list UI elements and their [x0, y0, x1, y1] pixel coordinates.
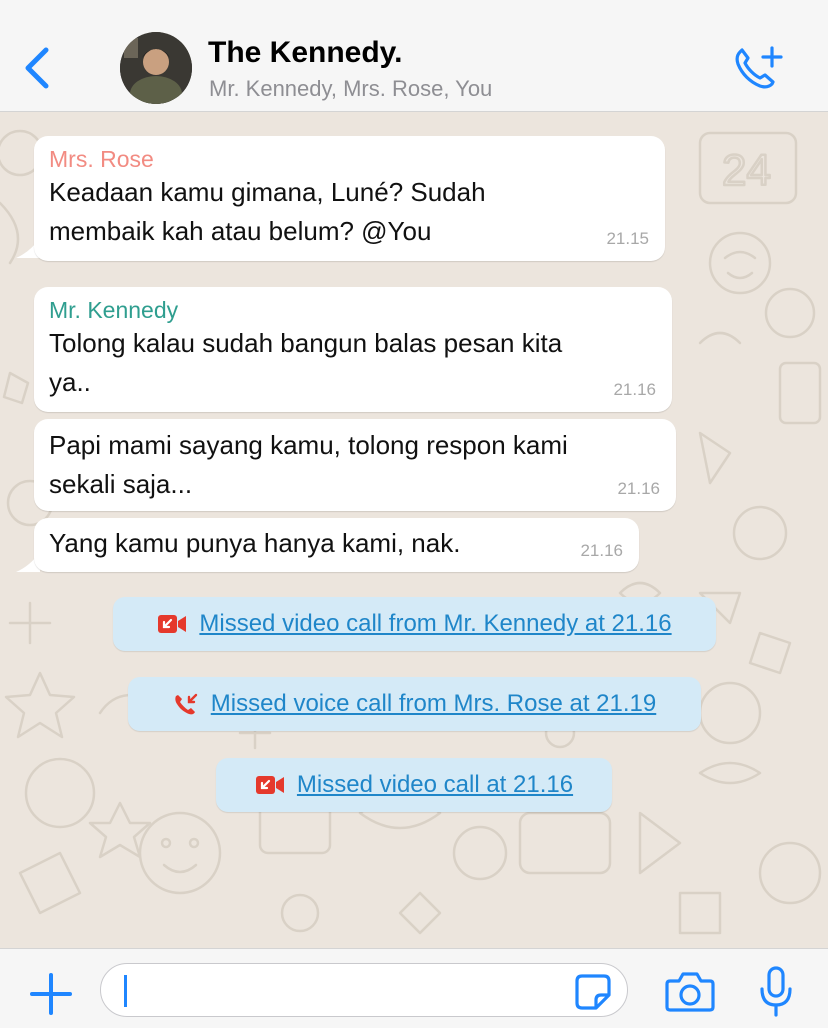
microphone-button[interactable]	[758, 965, 794, 1019]
missed-call-notice[interactable]: Missed voice call from Mrs. Rose at 21.1…	[128, 677, 701, 731]
plus-icon	[30, 973, 72, 1015]
chat-members[interactable]: Mr. Kennedy, Mrs. Rose, You	[209, 76, 492, 102]
missed-video-call-icon	[158, 615, 187, 633]
message-sender[interactable]: Mr. Kennedy	[49, 297, 656, 324]
message-text: Keadaan kamu gimana, Luné? Sudah membaik…	[49, 173, 649, 251]
message-bubble[interactable]: Mrs. Rose Keadaan kamu gimana, Luné? Sud…	[34, 136, 665, 261]
svg-text:24: 24	[722, 146, 771, 195]
microphone-icon	[760, 966, 792, 1017]
camera-icon	[665, 972, 715, 1012]
composer-bar	[0, 948, 828, 1028]
message-input[interactable]	[100, 963, 628, 1017]
message-text: Yang kamu punya hanya kami, nak.	[49, 524, 623, 563]
missed-call-link[interactable]: Missed video call at 21.16	[297, 771, 573, 799]
message-line: Papi mami sayang kamu, tolong respon kam…	[49, 430, 568, 460]
missed-call-notice[interactable]: Missed video call at 21.16	[216, 758, 612, 812]
message-time: 21.16	[613, 380, 656, 399]
message-bubble[interactable]: Yang kamu punya hanya kami, nak. 21.16	[34, 518, 639, 572]
message-time: 21.15	[606, 229, 649, 248]
message-sender[interactable]: Mrs. Rose	[49, 146, 649, 173]
missed-voice-call-icon	[175, 693, 197, 715]
message-line: sekali saja...	[49, 469, 193, 499]
message-time: 21.16	[617, 479, 660, 498]
attach-button[interactable]	[28, 971, 74, 1017]
text-caret	[124, 975, 127, 1007]
message-text: Papi mami sayang kamu, tolong respon kam…	[49, 426, 660, 504]
missed-call-link[interactable]: Missed voice call from Mrs. Rose at 21.1…	[211, 690, 657, 718]
message-line: Tolong kalau sudah bangun balas pesan ki…	[49, 328, 563, 358]
sticker-button[interactable]	[574, 973, 612, 1011]
group-avatar[interactable]	[120, 32, 192, 104]
message-line: membaik kah atau belum? @You	[49, 216, 432, 246]
chat-header: The Kennedy. Mr. Kennedy, Mrs. Rose, You	[0, 0, 828, 112]
missed-call-link[interactable]: Missed video call from Mr. Kennedy at 21…	[199, 610, 671, 638]
add-call-icon	[735, 46, 783, 89]
message-text: Tolong kalau sudah bangun balas pesan ki…	[49, 324, 656, 402]
message-line: Yang kamu punya hanya kami, nak.	[49, 528, 461, 558]
camera-button[interactable]	[664, 969, 716, 1015]
chevron-left-icon	[25, 47, 49, 89]
missed-call-notice[interactable]: Missed video call from Mr. Kennedy at 21…	[113, 597, 716, 651]
add-call-button[interactable]	[732, 44, 784, 92]
message-time: 21.16	[580, 541, 623, 560]
message-bubble[interactable]: Mr. Kennedy Tolong kalau sudah bangun ba…	[34, 287, 672, 412]
back-button[interactable]	[18, 38, 58, 98]
message-bubble[interactable]: Papi mami sayang kamu, tolong respon kam…	[34, 419, 676, 511]
sticker-icon	[575, 974, 611, 1010]
message-line: Keadaan kamu gimana, Luné? Sudah	[49, 177, 486, 207]
message-line: ya..	[49, 367, 91, 397]
chat-title[interactable]: The Kennedy.	[208, 36, 402, 70]
missed-video-call-icon	[255, 776, 284, 794]
